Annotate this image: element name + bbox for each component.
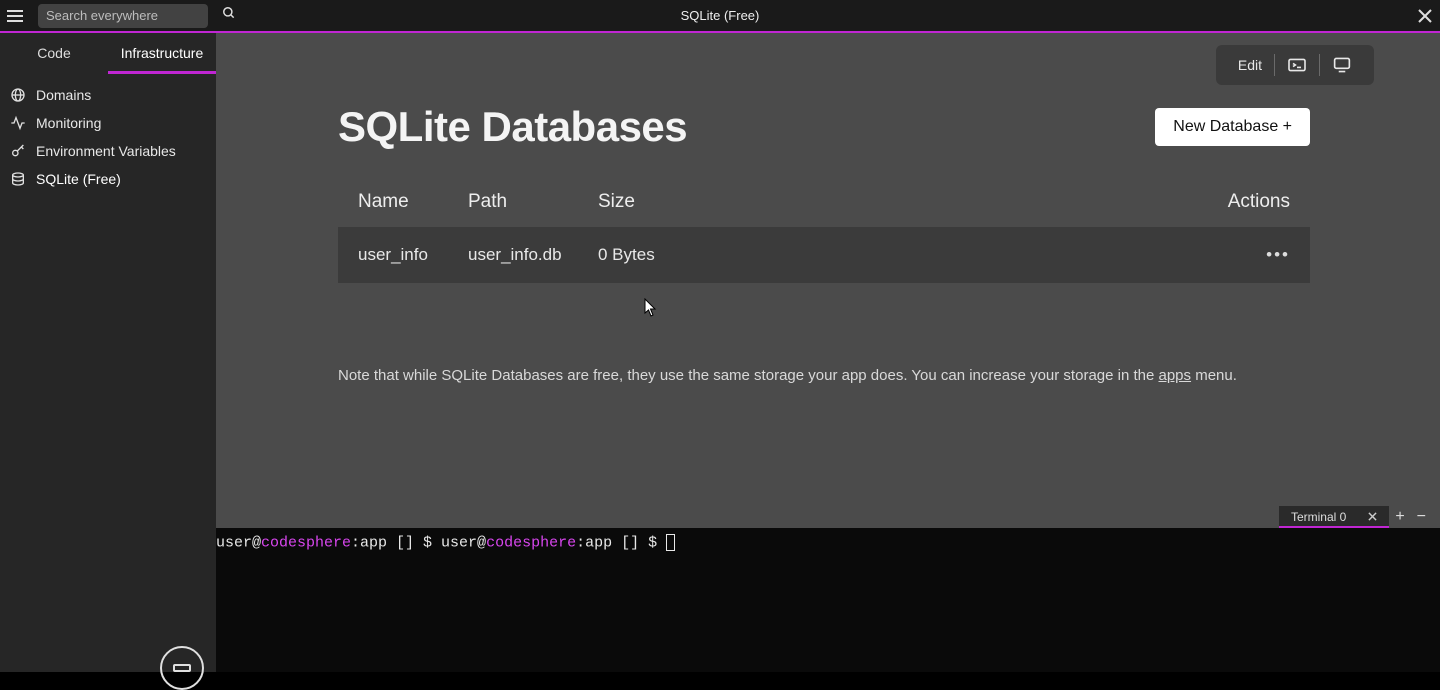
search-field[interactable] [38, 4, 208, 28]
prompt-user: user@ [216, 534, 261, 551]
content-area: Edit L .avatar{position:absolute;top:13p… [216, 33, 1440, 506]
storage-note: Note that while SQLite Databases are fre… [338, 367, 1310, 384]
page-title: SQLite Databases [338, 103, 687, 151]
help-icon [173, 664, 191, 672]
tab-code[interactable]: Code [0, 33, 108, 73]
prompt-host: codesphere [486, 534, 576, 551]
action-bar: Edit [1216, 45, 1374, 85]
cell-path: user_info.db [468, 245, 598, 265]
activity-icon [10, 115, 26, 131]
close-icon [1418, 9, 1432, 23]
terminal-tab[interactable]: Terminal 0 [1279, 506, 1389, 528]
window-title: SQLite (Free) [681, 8, 760, 23]
sidebar-item-env-vars[interactable]: Environment Variables [0, 137, 216, 165]
key-icon [10, 143, 26, 159]
sidebar-item-label: SQLite (Free) [36, 171, 121, 187]
tab-infrastructure[interactable]: Infrastructure [108, 33, 216, 73]
terminal-tab-close[interactable] [1368, 510, 1377, 524]
prompt-host: codesphere [261, 534, 351, 551]
terminal-panel: Terminal 0 + − user@codesphere:app [] $ … [216, 506, 1440, 672]
help-button[interactable] [160, 646, 204, 690]
terminal-minimize-button[interactable]: − [1411, 508, 1432, 526]
close-button[interactable] [1418, 0, 1432, 31]
edit-label: Edit [1238, 57, 1262, 73]
globe-icon [10, 87, 26, 103]
databases-table: Name Path Size Actions user_info user_in… [338, 191, 1310, 283]
sidebar-item-label: Domains [36, 87, 91, 103]
search-input[interactable] [46, 8, 222, 23]
new-database-button[interactable]: New Database + [1155, 108, 1310, 146]
minus-icon: − [1417, 508, 1426, 525]
sidebar-item-label: Environment Variables [36, 143, 176, 159]
table-row[interactable]: user_info user_info.db 0 Bytes ••• [338, 227, 1310, 283]
prompt-user: user@ [441, 534, 486, 551]
display-button[interactable] [1320, 53, 1364, 77]
row-actions-button[interactable]: ••• [1210, 245, 1290, 265]
plus-icon: + [1395, 508, 1404, 525]
tab-code-label: Code [37, 45, 70, 61]
column-name: Name [358, 191, 468, 213]
prompt-path: :app [] $ [351, 534, 441, 551]
new-database-label: New Database + [1173, 118, 1292, 135]
column-path: Path [468, 191, 598, 213]
sidebar-item-sqlite[interactable]: SQLite (Free) [0, 165, 216, 193]
sidebar-item-domains[interactable]: Domains [0, 81, 216, 109]
close-icon [1368, 512, 1377, 521]
sidebar: Code Infrastructure Domains Monitoring E… [0, 33, 216, 672]
sidebar-item-label: Monitoring [36, 115, 101, 131]
terminal-add-button[interactable]: + [1389, 508, 1410, 526]
edit-button[interactable]: Edit [1226, 53, 1274, 77]
sidebar-item-monitoring[interactable]: Monitoring [0, 109, 216, 137]
note-text: Note that while SQLite Databases are fre… [338, 367, 1159, 384]
tab-infrastructure-label: Infrastructure [121, 45, 203, 61]
note-text: menu. [1191, 367, 1237, 384]
prompt-path: :app [] $ [576, 534, 666, 551]
cell-name: user_info [358, 245, 468, 265]
search-icon [222, 6, 236, 25]
hamburger-icon [7, 9, 23, 23]
column-size: Size [598, 191, 1210, 213]
terminal-cursor [666, 534, 675, 551]
display-icon [1332, 56, 1352, 74]
database-icon [10, 171, 26, 187]
more-icon: ••• [1266, 245, 1290, 264]
terminal-tab-label: Terminal 0 [1291, 510, 1346, 524]
terminal-button[interactable] [1275, 53, 1319, 77]
terminal-body[interactable]: user@codesphere:app [] $ user@codesphere… [216, 528, 1440, 672]
titlebar: SQLite (Free) [0, 0, 1440, 31]
apps-link[interactable]: apps [1159, 367, 1192, 384]
terminal-icon [1287, 57, 1307, 73]
hamburger-menu-button[interactable] [0, 0, 30, 31]
cell-size: 0 Bytes [598, 245, 1210, 265]
column-actions: Actions [1210, 191, 1290, 213]
